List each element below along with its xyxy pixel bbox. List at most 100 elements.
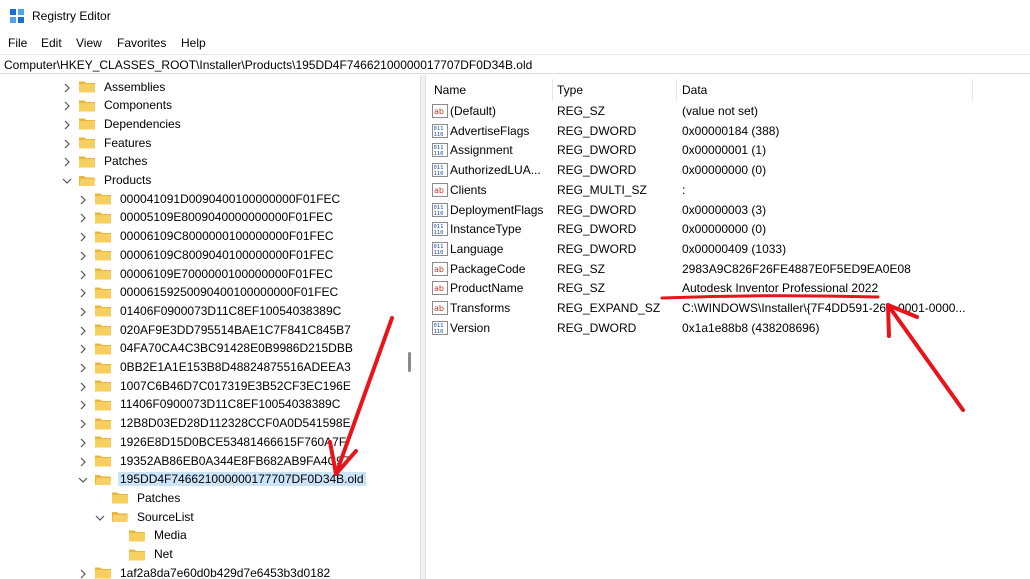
tree-node[interactable]: Dependencies xyxy=(62,114,183,133)
value-data: 0x00000000 (0) xyxy=(682,163,767,178)
binary-value-icon: 011 110 xyxy=(432,320,448,335)
value-row[interactable]: 011 110 Language REG_DWORD 0x00000409 (1033) xyxy=(426,240,1026,259)
tree-node[interactable]: Assemblies xyxy=(62,77,167,96)
tree-node[interactable]: 195DD4F746621000000177707DF0D34B.old xyxy=(78,470,366,489)
menu-file[interactable]: File xyxy=(8,35,27,51)
chevron-right-icon[interactable] xyxy=(78,306,88,317)
value-type: REG_SZ xyxy=(557,261,606,276)
tree-node-label: Patches xyxy=(104,154,148,169)
value-row[interactable]: 011 110 DeploymentFlags REG_DWORD 0x00000003… xyxy=(426,201,1026,220)
chevron-right-icon[interactable] xyxy=(78,362,88,373)
chevron-right-icon[interactable] xyxy=(62,100,72,111)
chevron-right-icon[interactable] xyxy=(62,138,72,149)
column-divider[interactable] xyxy=(972,79,973,101)
value-name: AdvertiseFlags xyxy=(450,123,530,138)
tree-node[interactable]: Features xyxy=(62,133,153,152)
value-name: AuthorizedLUA... xyxy=(450,163,541,178)
chevron-right-icon[interactable] xyxy=(78,325,88,336)
address-input[interactable] xyxy=(4,56,1024,73)
value-row[interactable]: 011 110 Version REG_DWORD 0x1a1e88b8 (438208… xyxy=(426,319,1026,338)
tree-node[interactable]: SourceList xyxy=(95,507,196,526)
chevron-right-icon[interactable] xyxy=(62,156,72,167)
value-row[interactable]: 011 110 Assignment REG_DWORD 0x00000001 (1) xyxy=(426,141,1026,160)
svg-text:ab: ab xyxy=(434,304,444,313)
chevron-right-icon[interactable] xyxy=(78,269,88,279)
value-row[interactable]: ab PackageCode REG_SZ 2983A9C826F26FE4887E0… xyxy=(426,260,1026,279)
tree-scrollbar-thumb[interactable] xyxy=(408,352,411,372)
tree-node[interactable]: 19352AB86EB0A344E8FB682AB9FA4C97 xyxy=(78,451,352,470)
key-tree[interactable]: Assemblies Components Dependencies Features… xyxy=(0,75,420,579)
chevron-right-icon[interactable] xyxy=(78,231,88,242)
chevron-right-icon[interactable] xyxy=(62,119,72,130)
tree-node[interactable]: 000041091D0090400100000000F01FEC xyxy=(78,189,342,208)
menu-favorites[interactable]: Favorites xyxy=(117,35,166,51)
value-type: REG_SZ xyxy=(557,104,606,118)
column-divider[interactable] xyxy=(676,79,677,101)
tree-node-label: Patches xyxy=(137,490,181,505)
chevron-right-icon[interactable] xyxy=(78,381,88,392)
tree-node[interactable]: 01406F0900073D11C8EF10054038389C xyxy=(78,301,343,320)
tree-node[interactable]: 12B8D03ED28D112328CCF0A0D541598E xyxy=(78,414,353,433)
chevron-right-icon[interactable] xyxy=(78,456,88,466)
column-header-data[interactable]: Data xyxy=(682,83,707,97)
tree-node[interactable]: 020AF9E3DD795514BAE1C7F841C845B7 xyxy=(78,320,353,339)
chevron-right-icon[interactable] xyxy=(78,437,88,448)
tree-node[interactable]: Patches xyxy=(95,488,182,507)
tree-node[interactable]: Products xyxy=(62,171,153,190)
tree-node[interactable]: 1007C6B46D7C017319E3B52CF3EC196E xyxy=(78,376,353,395)
tree-node[interactable]: Patches xyxy=(62,152,149,171)
value-data: Autodesk Inventor Professional 2022 xyxy=(682,281,879,296)
chevron-right-icon[interactable] xyxy=(78,194,88,205)
tree-node-label: Net xyxy=(154,547,173,561)
chevron-right-icon[interactable] xyxy=(62,82,72,92)
tree-node[interactable]: 00006109C8000000100000000F01FEC xyxy=(78,227,336,246)
value-name: (Default) xyxy=(450,104,497,118)
chevron-right-icon[interactable] xyxy=(78,568,88,579)
value-row[interactable]: ab Transforms REG_EXPAND_SZ C:\WINDOWS\Inst… xyxy=(426,299,1026,318)
chevron-down-icon[interactable] xyxy=(95,512,105,522)
title-bar: Registry Editor xyxy=(0,0,1030,32)
chevron-right-icon[interactable] xyxy=(78,399,88,410)
tree-node[interactable]: Components xyxy=(62,96,174,115)
chevron-right-icon[interactable] xyxy=(78,287,88,298)
string-value-icon: ab xyxy=(432,104,448,118)
string-value-icon: ab xyxy=(432,261,448,276)
chevron-down-icon[interactable] xyxy=(62,175,72,185)
tree-node[interactable]: 1926E8D15D0BCE53481466615F760A7F xyxy=(78,432,348,451)
column-divider[interactable] xyxy=(552,79,553,101)
value-row[interactable]: 011 110 InstanceType REG_DWORD 0x00000000 (0… xyxy=(426,220,1026,239)
chevron-down-icon[interactable] xyxy=(78,474,88,484)
folder-icon xyxy=(94,361,112,374)
tree-node[interactable]: 00006109C8009040100000000F01FEC xyxy=(78,245,336,264)
menu-edit[interactable]: Edit xyxy=(41,35,62,51)
column-header-name[interactable]: Name xyxy=(434,83,466,97)
folder-icon xyxy=(94,192,112,205)
tree-node[interactable]: Net xyxy=(112,545,175,564)
tree-node[interactable]: Media xyxy=(112,526,189,545)
menu-help[interactable]: Help xyxy=(181,35,206,51)
chevron-right-icon[interactable] xyxy=(78,212,88,223)
menu-view[interactable]: View xyxy=(76,35,102,51)
tree-node[interactable]: 1af2a8da7e60d0b429d7e6453b3d0182 xyxy=(78,563,332,579)
tree-node[interactable]: 04FA70CA4C3BC91428E0B9986D215DBB xyxy=(78,339,355,358)
tree-node[interactable]: 00006159250090400100000000F01FEC xyxy=(78,283,340,302)
tree-node[interactable]: 00006109E7000000100000000F01FEC xyxy=(78,264,335,283)
value-row[interactable]: 011 110 AuthorizedLUA... REG_DWORD 0x0000000… xyxy=(426,161,1026,180)
chevron-right-icon[interactable] xyxy=(78,250,88,261)
value-type: REG_DWORD xyxy=(557,163,637,178)
value-row[interactable]: ab ProductName REG_SZ Autodesk Inventor Pro… xyxy=(426,279,1026,298)
tree-node[interactable]: 11406F0900073D11C8EF10054038389C xyxy=(78,395,342,414)
tree-node-label: 00006159250090400100000000F01FEC xyxy=(120,285,339,300)
tree-node[interactable]: 00005109E8009040000000000F01FEC xyxy=(78,208,335,227)
chevron-right-icon[interactable] xyxy=(78,418,88,429)
folder-icon xyxy=(78,136,96,149)
tree-node-label: Media xyxy=(154,528,187,543)
value-row[interactable]: ab (Default) REG_SZ (value not set) xyxy=(426,102,1026,121)
value-row[interactable]: ab Clients REG_MULTI_SZ: xyxy=(426,181,1026,200)
column-header-type[interactable]: Type xyxy=(557,83,583,97)
tree-node-label: 195DD4F746621000000177707DF0D34B.old xyxy=(118,472,366,487)
chevron-right-icon[interactable] xyxy=(78,343,88,354)
tree-node[interactable]: 0BB2E1A1E153B8D48824875516ADEEA3 xyxy=(78,358,353,377)
value-row[interactable]: 011 110 AdvertiseFlags REG_DWORD 0x00000184 … xyxy=(426,122,1026,141)
